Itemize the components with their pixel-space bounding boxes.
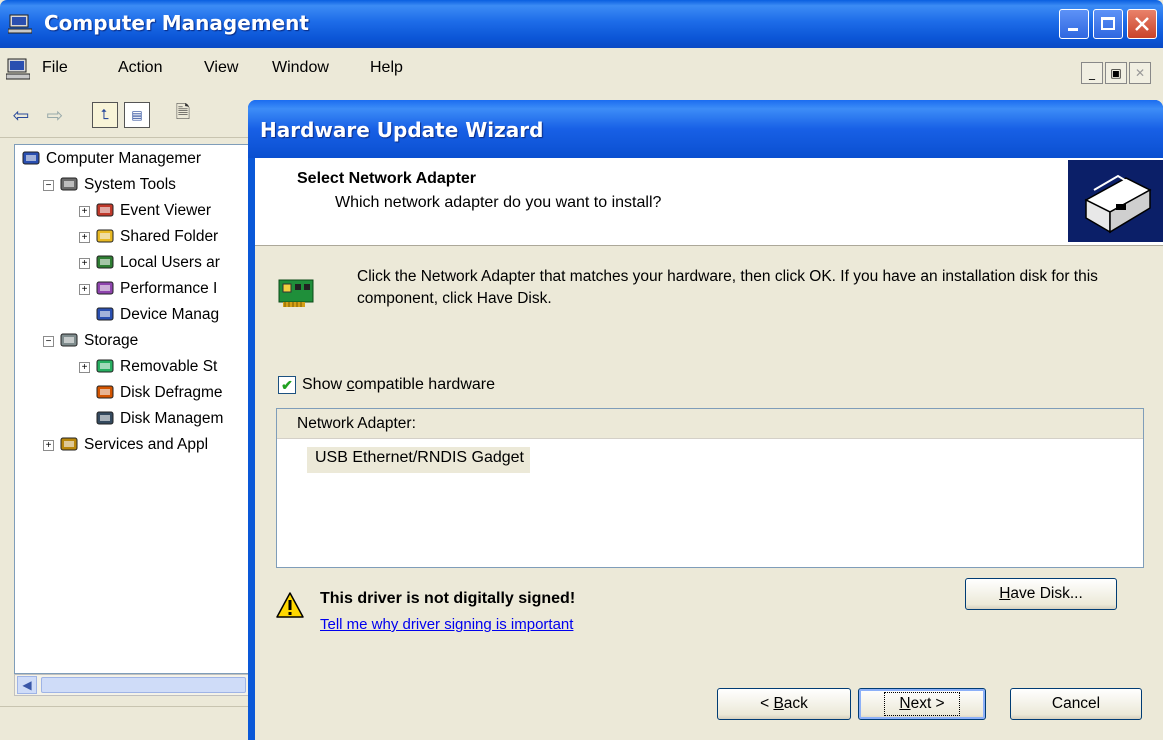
menu-view[interactable]: View bbox=[204, 59, 238, 77]
column-header-label: Network Adapter: bbox=[297, 415, 416, 432]
tree-item-label: Device Manag bbox=[120, 306, 220, 323]
menu-file[interactable]: File bbox=[42, 59, 68, 77]
disk-management-icon bbox=[96, 411, 114, 425]
header-subtitle: Which network adapter do you want to ins… bbox=[335, 194, 662, 211]
cancel-button[interactable]: Cancel bbox=[1010, 688, 1142, 720]
tree-item[interactable]: + Removable St bbox=[79, 355, 217, 379]
tree-item[interactable]: − Storage bbox=[43, 329, 138, 353]
device-manager-icon bbox=[96, 307, 114, 321]
expand-icon[interactable]: + bbox=[79, 283, 90, 295]
driver-signing-link[interactable]: Tell me why driver signing is important bbox=[320, 616, 573, 633]
checkbox-label: Show compatible hardware bbox=[302, 376, 495, 393]
collapse-icon[interactable]: − bbox=[43, 335, 54, 347]
mdi-close-button[interactable]: ✕ bbox=[1129, 62, 1151, 84]
close-button[interactable] bbox=[1127, 9, 1157, 39]
computer-icon bbox=[22, 151, 40, 165]
tree-item[interactable]: + Services and Appl bbox=[43, 433, 208, 457]
tree-item[interactable]: + Event Viewer bbox=[79, 199, 211, 223]
expand-icon[interactable]: + bbox=[43, 439, 54, 451]
list-column-header[interactable]: Network Adapter: bbox=[277, 409, 1143, 439]
horizontal-scrollbar[interactable]: ◀ bbox=[14, 674, 254, 696]
forward-arrow-icon[interactable]: ⇨ bbox=[42, 102, 68, 128]
tree-item-label: System Tools bbox=[84, 176, 176, 193]
console-tree: Computer Managemer − System Tools + Event Vi… bbox=[14, 144, 254, 674]
menu-bar: File Action View Window Help _ ▣ ✕ bbox=[0, 48, 1163, 92]
window-title: Computer Management bbox=[44, 11, 309, 35]
properties-icon[interactable]: 🗎 bbox=[170, 102, 196, 128]
expand-icon[interactable]: + bbox=[79, 361, 90, 373]
wizard-body: Select Network Adapter Which network ada… bbox=[255, 158, 1163, 740]
mdi-restore-button[interactable]: ▣ bbox=[1105, 62, 1127, 84]
tree-item[interactable]: Computer Managemer bbox=[21, 147, 201, 171]
services-icon bbox=[60, 437, 78, 451]
unsigned-driver-warning: This driver is not digitally signed! bbox=[320, 590, 576, 607]
warning-icon bbox=[276, 592, 304, 618]
up-folder-icon[interactable]: ⮤ bbox=[92, 102, 118, 128]
mdi-minimize-button[interactable]: _ bbox=[1081, 62, 1103, 84]
tree-item-label: Removable St bbox=[120, 358, 218, 375]
collapse-icon[interactable]: − bbox=[43, 179, 54, 191]
removable-storage-icon bbox=[96, 359, 114, 373]
tree-item[interactable]: + Local Users ar bbox=[79, 251, 220, 275]
storage-icon bbox=[60, 333, 78, 347]
computer-management-icon bbox=[8, 14, 32, 34]
tree-item[interactable]: Device Manag bbox=[79, 303, 219, 327]
performance-icon bbox=[96, 281, 114, 295]
tree-item-label: Computer Managemer bbox=[46, 150, 202, 167]
tree-item-label: Services and Appl bbox=[84, 436, 209, 453]
event-viewer-icon bbox=[96, 203, 114, 217]
hardware-update-wizard: Hardware Update Wizard Select Network Ad… bbox=[248, 100, 1163, 740]
menu-action[interactable]: Action bbox=[118, 59, 162, 77]
tree-item-label: Disk Defragme bbox=[120, 384, 223, 401]
hardware-card-icon bbox=[1068, 160, 1163, 242]
back-button[interactable]: < Back bbox=[717, 688, 851, 720]
show-hide-tree-icon[interactable]: ▤ bbox=[124, 102, 150, 128]
minimize-button[interactable] bbox=[1059, 9, 1089, 39]
expand-icon[interactable]: + bbox=[79, 205, 90, 217]
tree-item-label: Event Viewer bbox=[120, 202, 212, 219]
have-disk-button[interactable]: Have Disk... bbox=[965, 578, 1117, 610]
menu-window[interactable]: Window bbox=[272, 59, 329, 77]
network-adapter-icon bbox=[278, 279, 314, 307]
checkbox-checked-icon[interactable]: ✔ bbox=[278, 376, 296, 394]
tree-item-label: Shared Folder bbox=[120, 228, 219, 245]
tree-item-label: Disk Managem bbox=[120, 410, 224, 427]
users-icon bbox=[96, 255, 114, 269]
expand-icon[interactable]: + bbox=[79, 231, 90, 243]
wizard-title: Hardware Update Wizard bbox=[260, 118, 544, 142]
adapter-list[interactable]: Network Adapter: USB Ethernet/RNDIS Gadg… bbox=[276, 408, 1144, 568]
wizard-header: Select Network Adapter Which network ada… bbox=[255, 158, 1163, 246]
show-compatible-checkbox[interactable]: ✔ Show compatible hardware bbox=[278, 376, 495, 394]
title-bar[interactable]: Computer Management bbox=[0, 0, 1163, 48]
tree-item-label: Storage bbox=[84, 332, 139, 349]
scroll-left-icon[interactable]: ◀ bbox=[17, 676, 37, 694]
menu-help[interactable]: Help bbox=[370, 59, 403, 77]
tree-item[interactable]: + Performance I bbox=[79, 277, 217, 301]
wizard-title-bar[interactable]: Hardware Update Wizard bbox=[248, 100, 1163, 158]
tree-item[interactable]: Disk Managem bbox=[79, 407, 223, 431]
defrag-icon bbox=[96, 385, 114, 399]
tree-item[interactable]: Disk Defragme bbox=[79, 381, 223, 405]
header-title: Select Network Adapter bbox=[297, 170, 477, 187]
tree-item[interactable]: + Shared Folder bbox=[79, 225, 218, 249]
back-arrow-icon[interactable]: ⇦ bbox=[8, 102, 34, 128]
close-icon bbox=[1135, 17, 1149, 31]
instruction-text: Click the Network Adapter that matches y… bbox=[357, 268, 1098, 307]
tree-item-label: Local Users ar bbox=[120, 254, 220, 271]
shared-folder-icon bbox=[96, 229, 114, 243]
scroll-thumb[interactable] bbox=[41, 677, 246, 693]
next-button[interactable]: Next > bbox=[858, 688, 986, 720]
tools-icon bbox=[60, 177, 78, 191]
computer-icon[interactable] bbox=[6, 58, 30, 80]
tree-item-label: Performance I bbox=[120, 280, 218, 297]
tree-item[interactable]: − System Tools bbox=[43, 173, 176, 197]
maximize-button[interactable] bbox=[1093, 9, 1123, 39]
expand-icon[interactable]: + bbox=[79, 257, 90, 269]
list-item[interactable]: USB Ethernet/RNDIS Gadget bbox=[307, 447, 530, 473]
